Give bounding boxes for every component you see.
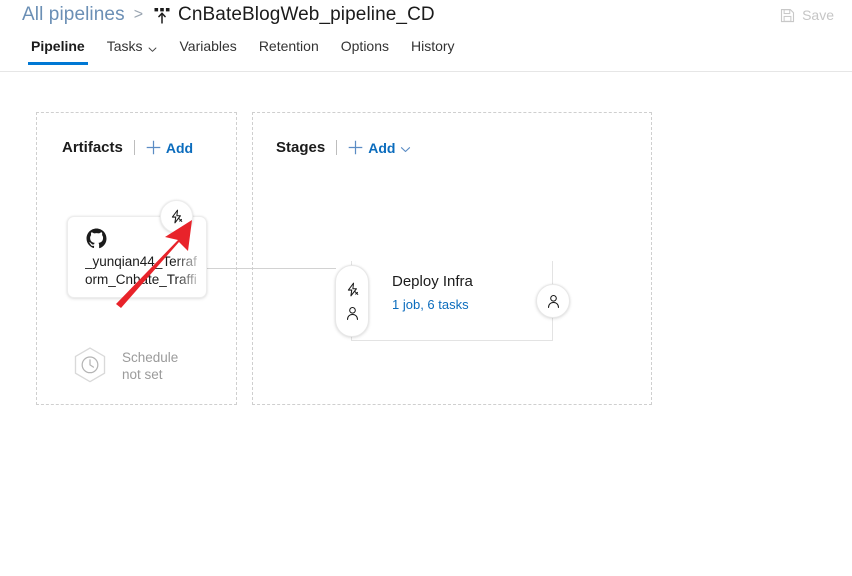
artifacts-panel: Artifacts Add _yunqian44_Terraform_Cnbat… — [36, 112, 237, 405]
tab-retention[interactable]: Retention — [248, 38, 330, 65]
add-stage-label: Add — [368, 139, 396, 156]
github-icon — [86, 228, 107, 249]
tab-variables[interactable]: Variables — [168, 38, 247, 65]
pre-deployment-conditions-badge[interactable] — [335, 265, 369, 337]
tab-history[interactable]: History — [400, 38, 466, 65]
artifact-trigger-badge[interactable] — [160, 200, 193, 233]
plus-icon — [348, 140, 363, 155]
pipeline-canvas: Artifacts Add _yunqian44_Terraform_Cnbat… — [0, 72, 852, 576]
stages-title: Stages — [276, 139, 326, 156]
schedule-trigger[interactable]: Schedule not set — [69, 345, 178, 387]
stages-panel: Stages Add Deploy Infra 1 job, 6 tasks — [252, 112, 652, 405]
post-deployment-conditions-badge[interactable] — [536, 284, 570, 318]
tab-bar: Pipeline Tasks Variables Retention Optio… — [0, 38, 852, 72]
tab-pipeline[interactable]: Pipeline — [20, 38, 96, 65]
artifacts-panel-header: Artifacts Add — [62, 139, 193, 156]
tab-tasks[interactable]: Tasks — [96, 38, 169, 65]
add-artifact-button[interactable]: Add — [146, 140, 193, 156]
chevron-down-icon[interactable] — [400, 142, 411, 153]
person-icon — [346, 306, 358, 320]
save-button[interactable]: Save — [780, 0, 834, 30]
tab-pipeline-label: Pipeline — [31, 38, 85, 54]
tab-options[interactable]: Options — [330, 38, 400, 65]
tab-retention-label: Retention — [258, 38, 319, 54]
tab-history-label: History — [411, 38, 455, 54]
breadcrumb-all-pipelines-link[interactable]: All pipelines — [22, 4, 125, 26]
artifacts-title: Artifacts — [62, 139, 123, 156]
plus-icon — [146, 140, 161, 155]
lightning-bolt-icon — [347, 282, 358, 296]
person-icon — [547, 294, 559, 308]
stage-card-deploy-infra[interactable]: Deploy Infra 1 job, 6 tasks — [351, 261, 553, 341]
breadcrumb-separator: > — [133, 6, 144, 23]
stages-panel-header: Stages Add — [276, 139, 411, 156]
schedule-status: Schedule not set — [122, 349, 178, 383]
breadcrumb: All pipelines > CnBateBlogWeb_pipeline_C… — [22, 0, 435, 30]
header-divider — [133, 140, 135, 155]
stage-tasks-link[interactable]: 1 job, 6 tasks — [392, 297, 469, 312]
schedule-line-1: Schedule — [122, 350, 179, 365]
page-title: CnBateBlogWeb_pipeline_CD — [178, 4, 435, 25]
chevron-down-icon — [148, 41, 157, 52]
stage-name: Deploy Infra — [392, 273, 473, 290]
save-floppy-icon — [780, 8, 795, 23]
artifact-name: _yunqian44_Terraform_Cnbate_Traffi — [85, 254, 197, 287]
tab-options-label: Options — [340, 38, 389, 54]
hexagon-clock-icon — [69, 345, 111, 387]
add-stage-button[interactable]: Add — [348, 140, 395, 156]
schedule-line-2: not set — [122, 367, 163, 382]
add-artifact-label: Add — [165, 139, 194, 156]
header-divider — [336, 140, 338, 155]
lightning-bolt-icon — [171, 209, 183, 224]
save-button-label: Save — [802, 7, 834, 23]
tab-variables-label: Variables — [179, 38, 237, 54]
release-pipeline-icon — [153, 7, 171, 25]
tab-tasks-label: Tasks — [106, 38, 143, 54]
